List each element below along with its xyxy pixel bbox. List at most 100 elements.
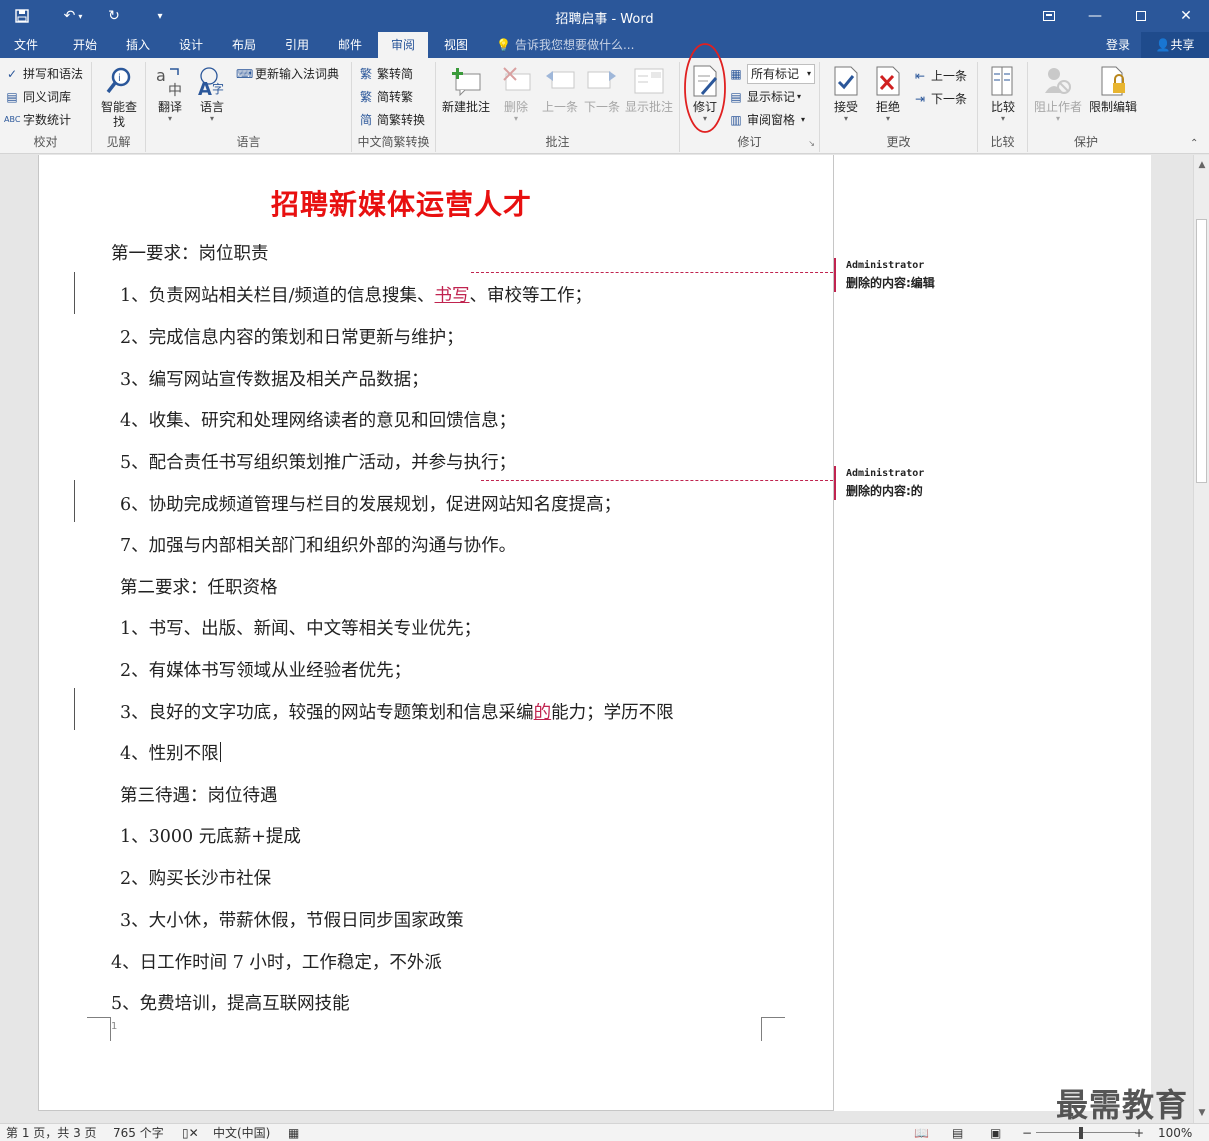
- tab-references[interactable]: 引用: [272, 32, 322, 58]
- zoom-level[interactable]: 100%: [1158, 1125, 1192, 1141]
- show-comments-button[interactable]: 显示批注: [622, 64, 676, 115]
- tab-design[interactable]: 设计: [166, 32, 216, 58]
- book-icon: ▤: [6, 90, 18, 104]
- group-language: a中 翻译 ▾ A字 语言 ▾ ⌨ 更新输入法词典 语言: [146, 62, 352, 152]
- zoom-slider-thumb[interactable]: [1079, 1127, 1083, 1139]
- show-markup-button[interactable]: ▤ 显示标记 ▾: [728, 87, 801, 107]
- proofing-status-icon[interactable]: ▯✕: [182, 1125, 199, 1141]
- minimize-icon[interactable]: —: [1072, 0, 1118, 32]
- tab-view[interactable]: 视图: [431, 32, 481, 58]
- comment-balloon[interactable]: Administrator 删除的内容:编辑: [834, 258, 984, 292]
- read-mode-icon[interactable]: 📖: [914, 1125, 929, 1141]
- comment-balloon[interactable]: Administrator 删除的内容:的: [834, 466, 984, 500]
- text-run: 能力；学历不限: [551, 703, 674, 723]
- word-count[interactable]: 765 个字: [113, 1125, 164, 1141]
- doc-line: 4、日工作时间 7 小时，工作稳定，不外派: [111, 953, 442, 973]
- wordcount-button[interactable]: ABC 字数统计: [4, 110, 71, 130]
- show-comments-label: 显示批注: [624, 100, 673, 114]
- next-change-label: 下一条: [931, 92, 968, 106]
- prev-comment-button[interactable]: 上一条: [538, 64, 582, 115]
- scroll-up-icon[interactable]: ▲: [1194, 157, 1209, 173]
- macro-record-icon[interactable]: ▦: [288, 1125, 299, 1141]
- group-label: 校对: [33, 135, 58, 149]
- tab-home[interactable]: 开始: [60, 32, 110, 58]
- tab-insert[interactable]: 插入: [113, 32, 163, 58]
- restrict-editing-button[interactable]: 限制编辑: [1086, 64, 1140, 115]
- next-comment-button[interactable]: 下一条: [580, 64, 624, 115]
- document-page[interactable]: 招聘新媒体运营人才 第一要求：岗位职责 1、负责网站相关栏目/频道的信息搜集、书…: [38, 155, 1151, 1111]
- customize-qat-icon[interactable]: ▾: [150, 6, 170, 26]
- chevron-down-icon: ▾: [513, 114, 518, 123]
- save-icon[interactable]: [12, 6, 32, 26]
- collapse-ribbon-icon[interactable]: ⌃: [1190, 138, 1198, 149]
- dialog-launcher-icon[interactable]: ↘: [808, 139, 815, 148]
- login-link[interactable]: 登录: [1106, 32, 1130, 58]
- prev-change-button[interactable]: ⇤ 上一条: [912, 66, 967, 86]
- scroll-thumb[interactable]: [1196, 219, 1207, 483]
- prev-change-icon: ⇤: [914, 69, 926, 83]
- delete-comment-icon: [500, 64, 532, 98]
- block-authors-button[interactable]: 阻止作者 ▾: [1032, 64, 1084, 123]
- delete-comment-button[interactable]: 删除 ▾: [494, 64, 538, 123]
- undo-icon[interactable]: ↶ ▾: [58, 6, 88, 26]
- maximize-icon[interactable]: [1118, 0, 1164, 32]
- next-change-button[interactable]: ⇥ 下一条: [912, 89, 967, 109]
- close-icon[interactable]: ✕: [1163, 0, 1209, 32]
- compare-button[interactable]: 比较 ▾: [982, 64, 1024, 123]
- lightbulb-icon: 💡: [496, 38, 511, 52]
- ribbon-tabs: 文件 开始 插入 设计 布局 引用 邮件 审阅 视图 💡 告诉我您想要做什么...…: [0, 32, 1209, 58]
- markup-pane: Administrator 删除的内容:编辑 Administrator 删除的…: [833, 155, 1151, 1111]
- language-button[interactable]: A字 语言 ▾: [192, 64, 232, 123]
- comment-text: 删除的内容:的: [846, 484, 923, 498]
- thesaurus-button[interactable]: ▤ 同义词库: [4, 87, 71, 107]
- new-comment-button[interactable]: 新建批注: [440, 64, 492, 115]
- reject-button[interactable]: 拒绝 ▾: [868, 64, 908, 123]
- reject-icon: [872, 64, 904, 98]
- ime-dictionary-button[interactable]: ⌨ 更新输入法词典: [236, 64, 339, 84]
- group-compare: 比较 ▾ 比较: [978, 62, 1028, 152]
- svg-text:A: A: [198, 79, 212, 97]
- translate-button[interactable]: a中 翻译 ▾: [150, 64, 190, 123]
- scroll-down-icon[interactable]: ▼: [1194, 1105, 1209, 1121]
- group-label: 修订: [737, 135, 762, 149]
- simp-to-trad-button[interactable]: 繁简转繁: [358, 87, 413, 107]
- comment-text: 删除的内容:编辑: [846, 276, 935, 290]
- markup-display[interactable]: ▦ 所有标记 ▾: [728, 64, 815, 84]
- tab-mailings[interactable]: 邮件: [325, 32, 375, 58]
- doc-line: 1、书写、出版、新闻、中文等相关专业优先；: [120, 619, 482, 639]
- chevron-down-icon: ▾: [885, 114, 890, 123]
- watermark-logo: 最需教育: [1056, 1086, 1189, 1124]
- vertical-scrollbar[interactable]: ▲ ▼: [1193, 155, 1209, 1123]
- language-indicator[interactable]: 中文(中国): [213, 1125, 270, 1141]
- group-label: 见解: [106, 135, 131, 149]
- restrict-editing-label: 限制编辑: [1088, 100, 1137, 114]
- document-area: 招聘新媒体运营人才 第一要求：岗位职责 1、负责网站相关栏目/频道的信息搜集、书…: [0, 155, 1193, 1123]
- trad-to-simp-button[interactable]: 繁繁转简: [358, 64, 413, 84]
- show-markup-icon: ▤: [730, 90, 742, 104]
- language-label: 语言: [199, 100, 224, 114]
- tab-file[interactable]: 文件: [0, 32, 52, 58]
- tab-review[interactable]: 审阅: [378, 32, 428, 58]
- zoom-in-icon[interactable]: +: [1134, 1125, 1144, 1141]
- chevron-down-icon: ▾: [1000, 114, 1005, 123]
- tell-me-search[interactable]: 💡 告诉我您想要做什么...: [496, 32, 634, 58]
- convert-button[interactable]: 简简繁转换: [358, 110, 425, 130]
- smart-lookup-button[interactable]: i 智能查找: [96, 64, 142, 130]
- chevron-down-icon: ▾: [843, 114, 848, 123]
- show-comments-icon: [633, 64, 665, 98]
- print-layout-icon[interactable]: ▤: [952, 1125, 963, 1141]
- share-button[interactable]: 👤共享: [1141, 32, 1209, 58]
- spelling-button[interactable]: ✓ 拼写和语法: [4, 64, 83, 84]
- markup-select[interactable]: 所有标记 ▾: [747, 64, 815, 84]
- web-layout-icon[interactable]: ▣: [990, 1125, 1001, 1141]
- redo-icon[interactable]: ↻: [104, 6, 124, 26]
- zoom-out-icon[interactable]: −: [1022, 1125, 1032, 1141]
- zoom-slider[interactable]: [1036, 1132, 1136, 1133]
- ribbon-display-icon[interactable]: [1026, 0, 1072, 32]
- magnifier-icon: i: [103, 64, 135, 98]
- page-indicator[interactable]: 第 1 页，共 3 页: [6, 1125, 97, 1141]
- doc-line: 7、加强与内部相关部门和组织外部的沟通与协作。: [120, 536, 517, 556]
- tab-layout[interactable]: 布局: [219, 32, 269, 58]
- accept-button[interactable]: 接受 ▾: [826, 64, 866, 123]
- review-pane-button[interactable]: ▥ 审阅窗格 ▾: [728, 110, 805, 130]
